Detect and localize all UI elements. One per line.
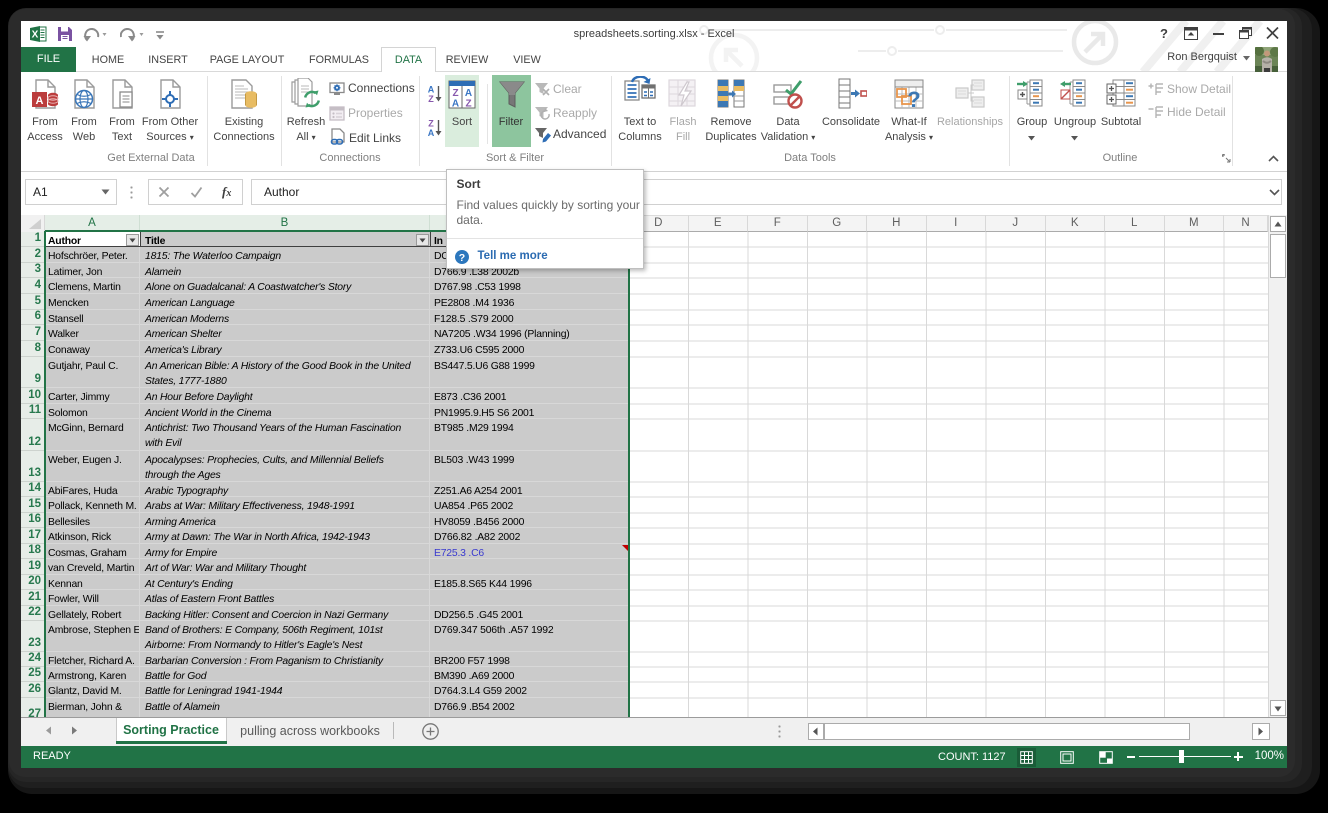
svg-text:?: ? <box>459 251 465 263</box>
